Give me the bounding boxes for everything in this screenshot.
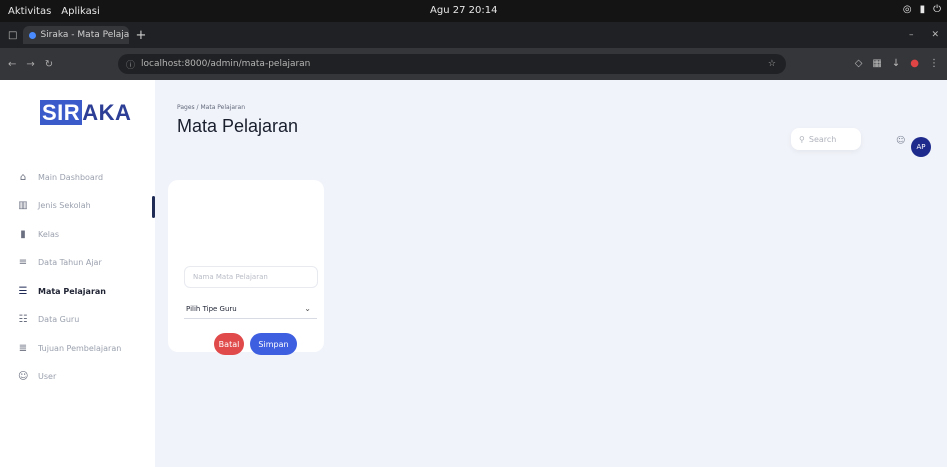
user-icon: ☺	[18, 371, 29, 383]
sidebar-item-label: Data Tahun Ajar	[38, 258, 102, 268]
os-clock[interactable]: Agu 27 20:14	[430, 5, 497, 16]
menu-icon[interactable]: ⋮	[929, 58, 939, 69]
browser-tab-bar: □ Siraka - Mata Pelajaran +	[0, 22, 947, 48]
breadcrumb[interactable]: Pages / Mata Pelajaran	[177, 104, 245, 111]
home-icon: ⌂	[19, 171, 27, 183]
favicon-icon	[29, 31, 37, 39]
battery-icon[interactable]: ▮	[920, 4, 926, 15]
extensions-puzzle-icon[interactable]: ▦	[872, 58, 881, 69]
url-text: localhost:8000/admin/mata-pelajaran	[141, 59, 311, 69]
power-icon[interactable]: ⏻	[933, 4, 941, 15]
bookmark-star-icon[interactable]: ☆	[768, 59, 776, 69]
forward-icon[interactable]: →	[26, 59, 34, 70]
os-activities[interactable]: Aktivitas	[8, 6, 51, 17]
mata-pelajaran-name-field[interactable]: Nama Mata Pelajaran	[184, 266, 318, 288]
sidebar-item-label: User	[38, 372, 57, 382]
sidebar-nav: ⌂ Main Dashboard ▥ Jenis Sekolah ▮ Kelas ≡ D…	[18, 163, 138, 391]
page-title: Mata Pelajaran	[177, 116, 299, 136]
sidebar-item-tahun-ajar[interactable]: ≡ Data Tahun Ajar	[18, 249, 138, 278]
cancel-button[interactable]: Batal	[214, 333, 244, 355]
tab-title: Siraka - Mata Pelajaran	[40, 30, 130, 40]
save-button[interactable]: Simpan	[250, 333, 297, 355]
calendar-icon: ≡	[18, 257, 28, 269]
reload-icon[interactable]: ↻	[45, 59, 53, 70]
downloads-icon[interactable]: ↓	[892, 58, 900, 69]
search-icon: ⚲	[799, 134, 805, 144]
select-value: Pilih Tipe Guru	[186, 304, 237, 313]
sidebar-item-user[interactable]: ☺ User	[18, 363, 138, 392]
school-icon: ▥	[18, 200, 28, 212]
info-icon[interactable]: ⓘ	[126, 58, 135, 71]
os-applications[interactable]: Aplikasi	[61, 6, 99, 17]
avatar[interactable]: AP	[911, 137, 931, 157]
sidebar-item-jenis-sekolah[interactable]: ▥ Jenis Sekolah	[18, 192, 138, 221]
goal-icon: ≣	[18, 342, 28, 354]
url-field[interactable]: ⓘ localhost:8000/admin/mata-pelajaran ☆	[118, 54, 786, 74]
sidebar-item-label: Data Guru	[38, 315, 80, 325]
tipe-guru-select[interactable]: Pilih Tipe Guru ⌄	[184, 299, 317, 319]
sidebar-item-mata-pelajaran[interactable]: ☰ Mata Pelajaran	[18, 277, 138, 306]
main-content: Pages / Mata Pelajaran Mata Pelajaran ⚲ …	[155, 80, 947, 467]
close-window-button[interactable]: ✕	[931, 30, 939, 40]
teacher-icon: ☷	[18, 314, 28, 326]
sidebar-item-label: Jenis Sekolah	[38, 201, 91, 211]
chevron-down-icon: ⌄	[304, 304, 311, 313]
form-card: Nama Mata Pelajaran Pilih Tipe Guru ⌄ Ba…	[168, 180, 324, 355]
profile-icon[interactable]: ●	[910, 58, 919, 69]
name-placeholder: Nama Mata Pelajaran	[193, 273, 268, 281]
extension-icon[interactable]: ◇	[855, 58, 863, 69]
sidebar-item-tujuan-pembelajaran[interactable]: ≣ Tujuan Pembelajaran	[18, 334, 138, 363]
sidebar-item-data-guru[interactable]: ☷ Data Guru	[18, 306, 138, 335]
search-placeholder: Search	[808, 134, 837, 144]
sidebar-item-kelas[interactable]: ▮ Kelas	[18, 220, 138, 249]
siraka-logo[interactable]: SIRAKA	[40, 100, 131, 126]
browser-tab[interactable]: Siraka - Mata Pelajaran	[23, 26, 130, 44]
minimize-button[interactable]: –	[909, 30, 914, 40]
tab-search-icon[interactable]: □	[8, 30, 17, 41]
sidebar-item-label: Kelas	[38, 229, 60, 239]
search-input[interactable]: ⚲ Search	[791, 128, 861, 150]
book-icon: ☰	[18, 285, 28, 297]
class-icon: ▮	[20, 228, 26, 240]
sidebar-item-dashboard[interactable]: ⌂ Main Dashboard	[18, 163, 138, 192]
sidebar-item-label: Mata Pelajaran	[38, 286, 106, 296]
back-icon[interactable]: ←	[8, 59, 16, 70]
network-icon[interactable]: ◎	[903, 4, 912, 15]
os-top-bar: Aktivitas Aplikasi Agu 27 20:14 ◎ ▮ ⏻	[0, 0, 947, 22]
sidebar-item-label: Tujuan Pembelajaran	[38, 343, 122, 353]
new-tab-button[interactable]: +	[135, 28, 146, 43]
user-icon[interactable]: ☺	[896, 136, 905, 146]
sidebar-item-label: Main Dashboard	[38, 172, 104, 182]
sidebar: SIRAKA ⌂ Main Dashboard ▥ Jenis Sekolah ▮ K…	[0, 80, 155, 467]
